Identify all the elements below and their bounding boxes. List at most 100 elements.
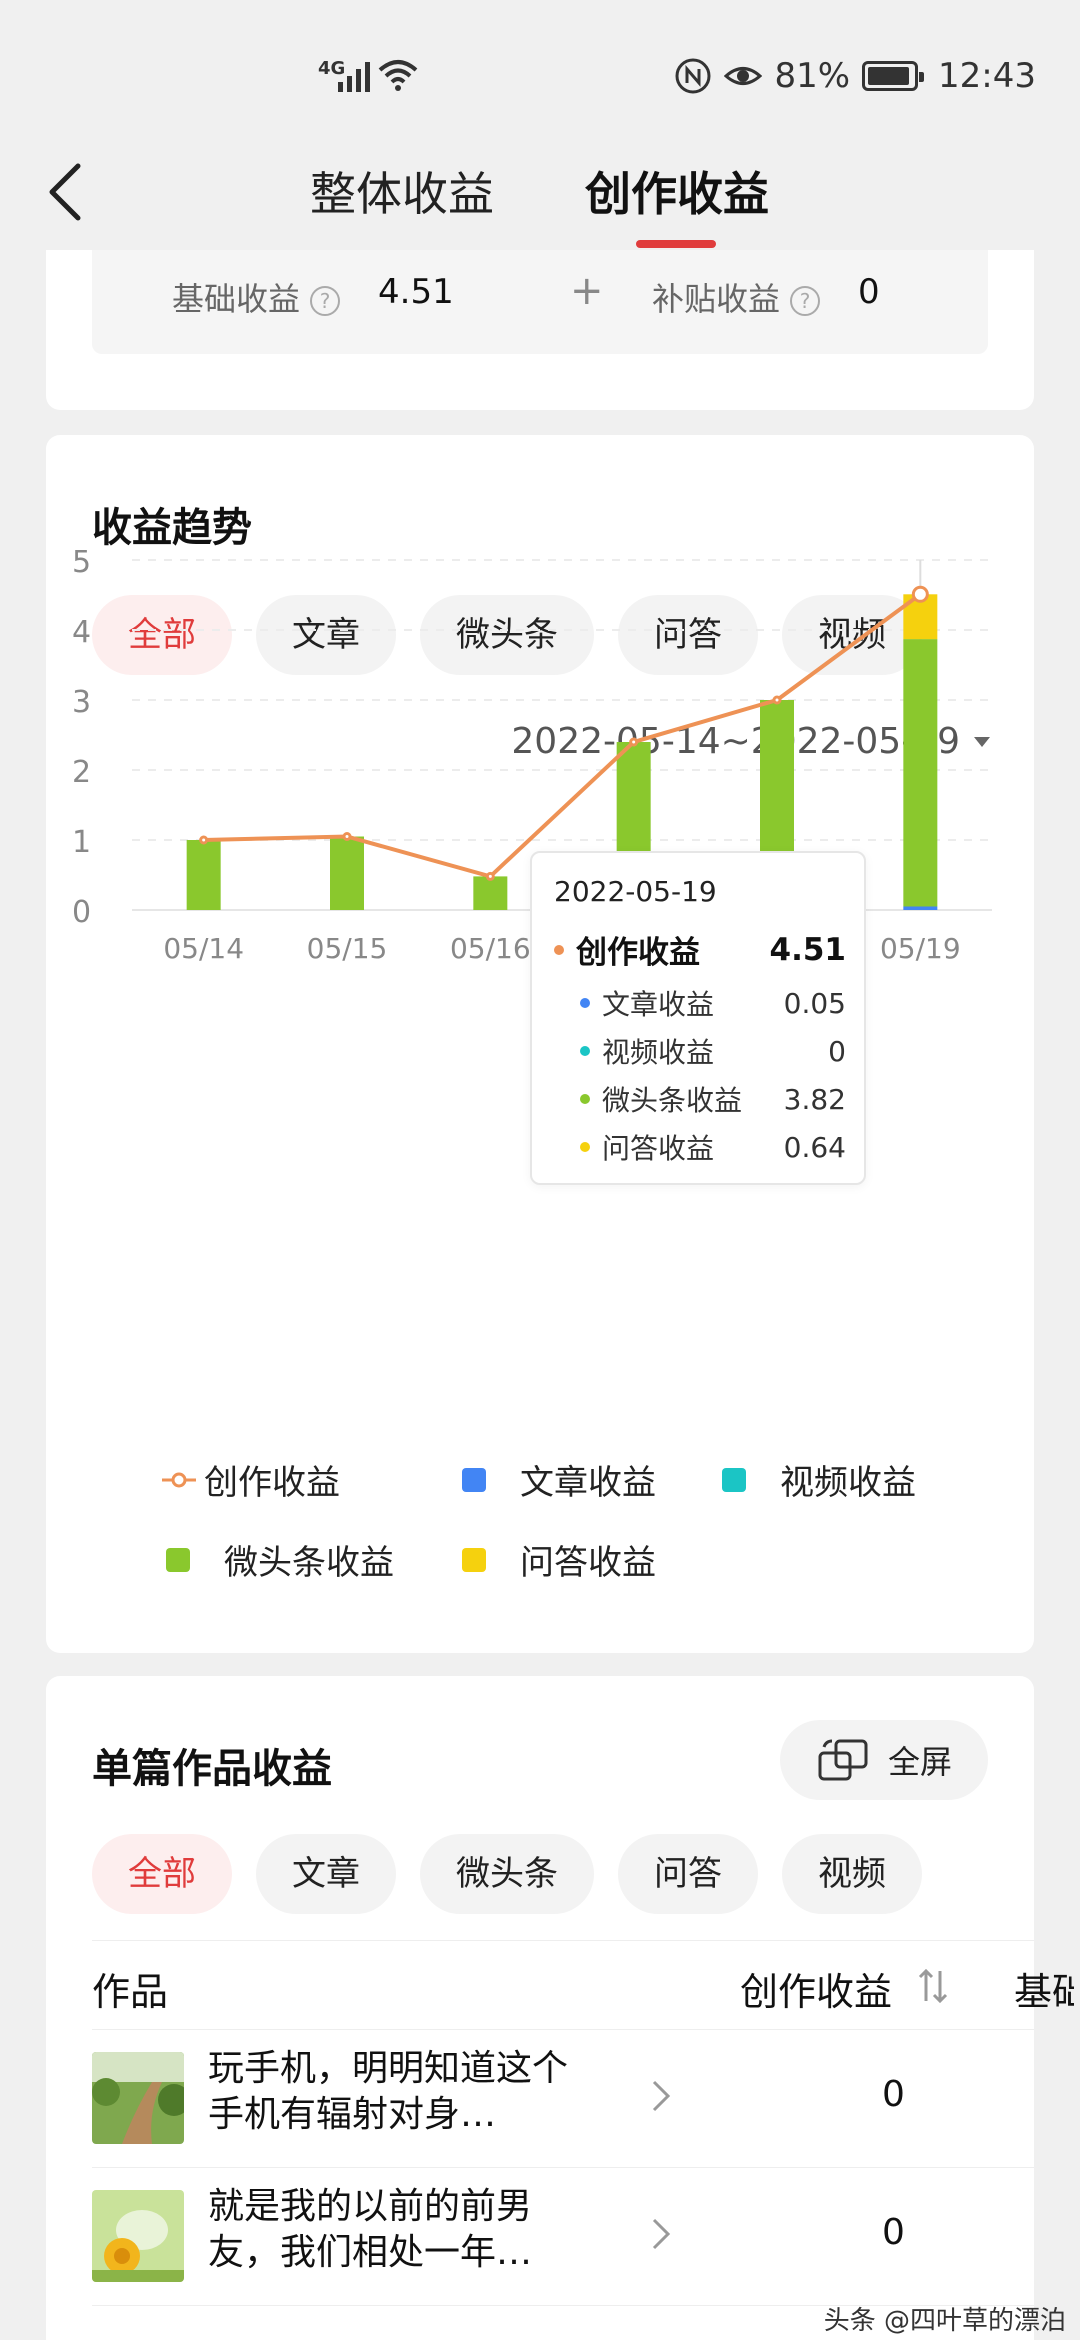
single-filter-video[interactable]: 视频 [782,1834,922,1914]
legend-micro-post-income[interactable]: 微头条收益 [166,1535,394,1584]
tab-creation-income[interactable]: 创作收益 [585,158,769,224]
nfc-icon [675,58,711,94]
chevron-right-icon[interactable] [648,2214,674,2254]
y-tick-label: 0 [72,895,91,930]
line-point [772,695,782,705]
tooltip-row: 视频收益 0 [554,1031,846,1071]
thumbnail-image [92,2052,184,2144]
legend-creation-income[interactable]: 创作收益 [162,1455,340,1504]
table-header: 作品 创作收益 基础 [92,1940,1074,2030]
single-filter-all[interactable]: 全部 [92,1834,232,1914]
subsidy-income-label: 补贴收益? [652,274,821,320]
legend-video-income[interactable]: 视频收益 [722,1455,916,1504]
cyan-square-icon [722,1467,746,1492]
chevron-right-icon[interactable] [648,2076,674,2116]
fullscreen-label: 全屏 [887,1743,952,1781]
bar-segment [330,836,364,910]
orange-dot-icon [554,944,564,955]
tooltip-row: 文章收益 0.05 [554,983,846,1023]
y-tick-label: 2 [72,755,91,790]
tooltip-item-name: 视频收益 [602,1036,715,1069]
work-creation-income: 0 [882,2074,905,2115]
single-work-income-card: 单篇作品收益 全屏 全部 文章 微头条 问答 视频 作品 创作收益 基础 玩手机… [46,1676,1074,2340]
yellow-dot-icon [580,1142,590,1152]
column-work: 作品 [92,1970,169,2014]
legend-label: 创作收益 [204,1463,340,1503]
y-tick-label: 1 [72,825,91,860]
active-tab-indicator [636,240,716,248]
thumbnail-image [92,2190,184,2282]
table-row[interactable]: 就是我的以前的前男友，我们相处一年… 0 [92,2168,1034,2306]
tooltip-main-name: 创作收益 [576,935,700,971]
plus-sign: + [570,268,604,314]
x-tick-label: 05/14 [163,932,244,965]
bar-segment [903,639,938,907]
work-title: 玩手机，明明知道这个手机有辐射对身… [208,2048,569,2135]
tooltip-item-value: 3.82 [783,1082,846,1116]
bar-segment [186,840,221,910]
tooltip-row: 微头条收益 3.82 [554,1079,846,1119]
battery-percent: 81% [774,56,851,96]
help-icon[interactable]: ? [790,286,821,316]
income-breakdown-box: 基础收益? 4.51 + 补贴收益? 0 [92,250,988,354]
signal-icon [338,62,370,92]
wifi-icon [378,60,418,91]
cyan-dot-icon [580,1046,590,1056]
tooltip-item-value: 0.64 [783,1130,846,1164]
legend-label: 问答收益 [520,1543,656,1583]
bar-segment [473,876,508,910]
x-tick-label: 05/19 [880,932,961,965]
line-point [485,871,495,881]
legend-article-income[interactable]: 文章收益 [462,1455,656,1504]
back-arrow-icon[interactable] [42,160,92,224]
bar-segment [903,906,938,910]
single-filter-article[interactable]: 文章 [256,1834,396,1914]
sort-icon[interactable] [916,1967,952,2007]
tooltip-row: 问答收益 0.64 [554,1127,846,1167]
x-tick-label: 05/16 [450,932,531,965]
green-dot-icon [580,1094,590,1104]
subsidy-income-value: 0 [858,272,880,312]
table-row[interactable]: 玩手机，明明知道这个手机有辐射对身… 0 [92,2030,1034,2168]
income-trend-card: 收益趋势 全部 文章 微头条 问答 视频 2022-05-14~2022-05-… [46,435,1034,1653]
base-income-value: 4.51 [378,272,454,312]
column-base: 基础 [1014,1970,1074,2014]
eye-icon [724,67,763,85]
line-point [629,737,639,747]
help-icon[interactable]: ? [310,286,341,316]
y-tick-label: 5 [72,545,91,580]
single-filter-qa[interactable]: 问答 [618,1834,758,1914]
blue-dot-icon [580,998,590,1008]
line-point [199,835,209,845]
green-square-icon [166,1547,190,1572]
y-tick-label: 3 [72,685,91,720]
top-nav: 整体收益 创作收益 [0,130,1080,250]
blue-square-icon [462,1467,486,1492]
status-bar: 4G 81% 12:43 [0,0,1080,130]
work-creation-income: 0 [882,2212,905,2253]
tab-overall-income[interactable]: 整体收益 [310,158,494,224]
fullscreen-button[interactable]: 全屏 [780,1720,988,1800]
watermark: 头条 @四叶草的漂泊 [823,2306,1066,2336]
chart-tooltip: 2022-05-19 创作收益 4.51 文章收益 0.05 视频收益 0 微头… [530,851,866,1185]
tooltip-item-name: 文章收益 [602,988,715,1021]
clock: 12:43 [938,56,1036,96]
y-tick-label: 4 [72,615,91,650]
income-summary-card: 基础收益? 4.51 + 补贴收益? 0 [46,250,1034,410]
creation-income-line [203,592,922,879]
rotate-screen-icon [818,1739,868,1781]
single-filter-micro-post[interactable]: 微头条 [420,1834,594,1914]
tooltip-item-name: 问答收益 [602,1132,715,1165]
battery-icon [862,61,925,91]
single-filter-pills: 全部 文章 微头条 问答 视频 [92,1834,922,1914]
tooltip-item-value: 0 [828,1034,846,1068]
line-point [342,832,352,841]
single-work-title: 单篇作品收益 [92,1746,332,1792]
column-creation-income[interactable]: 创作收益 [740,1961,892,2016]
yellow-square-icon [462,1547,486,1572]
base-income-label: 基础收益? [172,274,341,320]
x-tick-label: 05/15 [307,932,388,965]
legend-qa-income[interactable]: 问答收益 [462,1535,656,1584]
line-point [911,585,929,603]
legend-label: 微头条收益 [224,1543,394,1583]
